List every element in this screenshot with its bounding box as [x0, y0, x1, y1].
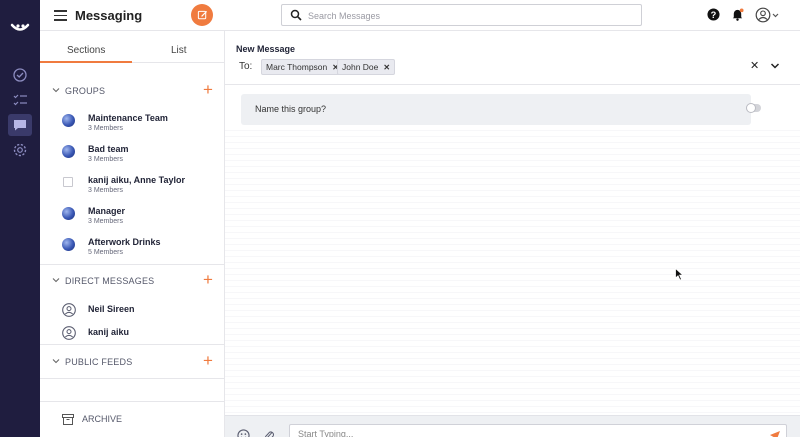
section-divider — [40, 264, 225, 265]
composer — [225, 415, 800, 437]
group-avatar — [62, 238, 75, 251]
top-header: Messaging ? — [40, 0, 800, 31]
toggle-knob — [746, 103, 756, 113]
checklist-icon[interactable] — [8, 89, 32, 111]
add-group-button[interactable]: + — [203, 81, 213, 98]
add-direct-message-button[interactable]: + — [203, 271, 213, 288]
logo-icon[interactable] — [10, 20, 30, 36]
group-members-count: 3 Members — [88, 187, 124, 194]
user-icon — [62, 303, 76, 317]
name-group-toggle[interactable] — [746, 103, 761, 113]
group-name: Manager — [88, 206, 126, 216]
archive-button[interactable]: ARCHIVE — [40, 401, 225, 437]
message-input[interactable] — [289, 424, 787, 437]
clear-recipients-icon[interactable]: ✕ — [750, 59, 759, 72]
group-avatar-placeholder — [63, 177, 73, 187]
section-direct-messages[interactable]: DIRECT MESSAGES + — [40, 271, 225, 289]
tab-sections[interactable]: Sections — [67, 45, 105, 56]
new-message-title: New Message — [236, 44, 296, 54]
direct-message-name: kanij aiku — [88, 327, 130, 337]
group-item[interactable]: Manager 3 Members — [40, 205, 225, 231]
group-members-count: 3 Members — [88, 156, 124, 163]
tab-list[interactable]: List — [171, 45, 187, 56]
app-title: Messaging — [75, 8, 143, 23]
to-label: To: — [239, 61, 253, 72]
main-panel: New Message To: Marc Thompson ✕ John Doe ✕… — [225, 31, 800, 437]
left-rail — [0, 0, 40, 437]
add-public-feed-button[interactable]: + — [203, 352, 213, 369]
header-divider — [225, 84, 800, 85]
attachment-icon[interactable] — [263, 429, 275, 437]
edit-icon — [197, 10, 207, 19]
group-item[interactable]: Maintenance Team 3 Members — [40, 112, 225, 138]
section-groups-label: GROUPS — [65, 86, 106, 96]
recipient-name: John Doe — [342, 62, 379, 72]
section-divider — [40, 378, 225, 379]
search-icon — [290, 9, 302, 21]
notifications-icon[interactable] — [731, 8, 744, 24]
help-icon[interactable]: ? — [707, 8, 720, 24]
mouse-cursor-icon — [675, 268, 685, 281]
message-thread-area — [225, 125, 800, 415]
archive-icon — [62, 414, 74, 425]
section-direct-messages-label: DIRECT MESSAGES — [65, 276, 155, 286]
recipient-chip[interactable]: Marc Thompson ✕ — [261, 59, 344, 75]
archive-label: ARCHIVE — [82, 414, 123, 424]
direct-message-item[interactable]: kanij aiku — [40, 325, 225, 351]
send-icon[interactable] — [770, 431, 780, 437]
search-input[interactable] — [308, 8, 628, 23]
section-public-feeds-label: PUBLIC FEEDS — [65, 357, 133, 367]
chat-icon[interactable] — [8, 114, 32, 136]
chevron-down-icon — [52, 88, 60, 93]
group-members-count: 3 Members — [88, 218, 124, 225]
group-avatar — [62, 145, 75, 158]
tasks-done-icon[interactable] — [8, 64, 32, 86]
svg-text:?: ? — [711, 10, 717, 20]
group-avatar — [62, 207, 75, 220]
compose-button[interactable] — [191, 4, 213, 26]
section-divider — [40, 344, 225, 345]
chevron-down-icon — [52, 278, 60, 283]
group-name: Bad team — [88, 144, 129, 154]
name-group-label: Name this group? — [255, 104, 327, 114]
settings-icon[interactable] — [8, 139, 32, 161]
group-members-count: 3 Members — [88, 125, 124, 132]
name-group-bar: Name this group? — [241, 94, 761, 125]
section-groups[interactable]: GROUPS + — [40, 81, 225, 99]
emoji-icon[interactable] — [237, 429, 250, 437]
group-item[interactable]: Bad team 3 Members — [40, 143, 225, 169]
group-name: kanij aiku, Anne Taylor — [88, 175, 186, 185]
user-icon — [62, 326, 76, 340]
recipient-name: Marc Thompson — [266, 62, 328, 72]
remove-recipient-icon[interactable]: ✕ — [383, 63, 390, 72]
chevron-down-icon — [52, 359, 60, 364]
group-avatar — [62, 114, 75, 127]
group-name: Afterwork Drinks — [88, 237, 161, 247]
recipient-chip[interactable]: John Doe ✕ — [337, 59, 396, 75]
sidebar: Sections List GROUPS + Maintenance Team … — [40, 31, 225, 437]
search-box — [281, 4, 642, 26]
group-name: Maintenance Team — [88, 113, 168, 123]
direct-message-name: Neil Sireen — [88, 304, 135, 314]
chevron-down-icon[interactable] — [770, 62, 780, 70]
menu-icon[interactable] — [54, 10, 67, 21]
section-public-feeds[interactable]: PUBLIC FEEDS + — [40, 352, 225, 370]
group-members-count: 5 Members — [88, 249, 124, 256]
user-avatar-icon[interactable] — [755, 7, 781, 26]
group-item[interactable]: kanij aiku, Anne Taylor 3 Members — [40, 174, 225, 200]
active-tab-indicator — [40, 61, 132, 63]
sidebar-tabs: Sections List — [40, 31, 224, 63]
group-item[interactable]: Afterwork Drinks 5 Members — [40, 236, 225, 262]
